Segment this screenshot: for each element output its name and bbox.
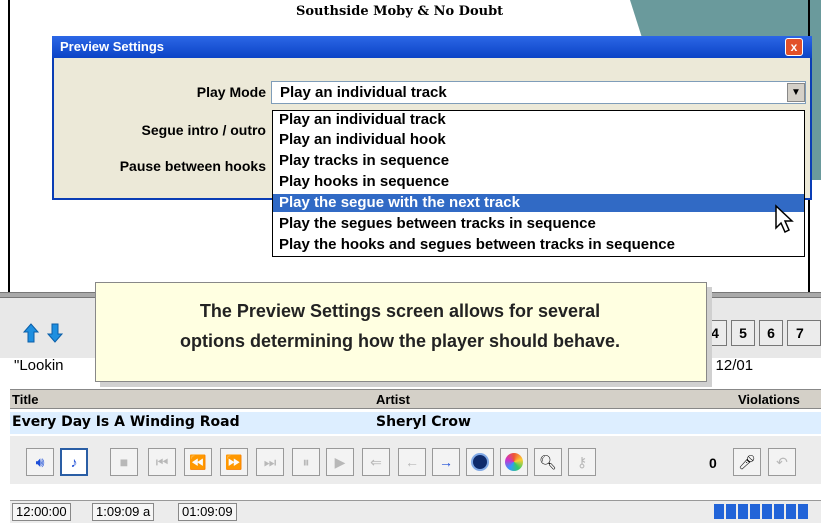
number-button-7[interactable]: 7: [787, 320, 821, 346]
row-title: Every Day Is A Winding Road: [12, 414, 240, 430]
play-button[interactable]: ▶: [326, 448, 354, 476]
key-icon: ⚷: [576, 453, 588, 470]
skip-forward-button[interactable]: ⏭: [256, 448, 284, 476]
option-tracks-in-sequence[interactable]: Play tracks in sequence: [273, 152, 804, 170]
undo-icon: ↶: [776, 453, 788, 470]
segue-icon: ⇐: [370, 453, 382, 470]
microphone-icon: 🎤︎: [738, 453, 756, 470]
close-icon: x: [790, 40, 798, 54]
key-button[interactable]: ⚷: [568, 448, 596, 476]
forward-button[interactable]: →: [432, 448, 460, 476]
play-mode-value: Play an individual track: [280, 84, 447, 101]
search-button[interactable]: 🔍︎: [534, 448, 562, 476]
column-violations[interactable]: Violations: [738, 392, 800, 407]
dialog-title: Preview Settings: [60, 39, 165, 54]
color-wheel-icon: [505, 453, 523, 471]
pause-icon: ⏸: [302, 453, 310, 470]
back-button[interactable]: ←: [398, 448, 426, 476]
dropdown-button[interactable]: ▼: [787, 83, 805, 102]
play-mode-label: Play Mode: [196, 84, 266, 100]
close-button[interactable]: x: [785, 38, 803, 56]
move-down-button[interactable]: [44, 320, 66, 346]
eye-icon: [471, 453, 489, 471]
now-playing-title: Southside Moby & No Doubt: [296, 4, 504, 19]
stop-button[interactable]: ■: [110, 448, 138, 476]
option-segue-next-track[interactable]: Play the segue with the next track: [273, 194, 804, 212]
magnifier-icon: 🔍︎: [539, 453, 557, 470]
fast-forward-button[interactable]: ⏩: [220, 448, 248, 476]
skip-back-button[interactable]: ⏮: [148, 448, 176, 476]
counter-value: 0: [709, 455, 717, 471]
skip-forward-icon: ⏭: [263, 453, 277, 470]
volume-button[interactable]: 🔊︎: [26, 448, 54, 476]
play-icon: ▶: [334, 453, 346, 470]
fast-forward-icon: ⏩: [225, 453, 243, 470]
arrow-down-icon: [46, 323, 64, 343]
date-label: n 12/01: [703, 357, 754, 374]
arrow-left-icon: ←: [405, 454, 419, 470]
column-artist[interactable]: Artist: [376, 392, 410, 407]
rewind-button[interactable]: ⏪: [184, 448, 212, 476]
segue-label: Segue intro / outro: [141, 122, 266, 138]
option-individual-track[interactable]: Play an individual track: [273, 111, 804, 129]
number-button-5[interactable]: 5: [731, 320, 755, 346]
number-button-6[interactable]: 6: [759, 320, 783, 346]
level-meter: [714, 504, 821, 519]
dialog-titlebar[interactable]: [52, 36, 812, 58]
arrow-right-icon: →: [439, 454, 453, 470]
option-hooks-in-sequence[interactable]: Play hooks in sequence: [273, 173, 804, 191]
callout-line-2: options determining how the player shoul…: [179, 331, 621, 351]
mouse-pointer-icon: [774, 204, 796, 237]
status-remaining: 01:09:09: [178, 503, 237, 521]
track-info-text: "Lookin: [14, 357, 64, 374]
music-note-button[interactable]: ♪: [60, 448, 88, 476]
eye-button[interactable]: [466, 448, 494, 476]
status-clock: 12:00:00: [12, 503, 71, 521]
column-title[interactable]: Title: [12, 392, 39, 407]
playlist-header: Title Artist Violations: [10, 389, 821, 409]
callout-text: The Preview Settings screen allows for s…: [100, 296, 700, 356]
arrow-up-icon: [22, 323, 40, 343]
segue-button[interactable]: ⇐: [362, 448, 390, 476]
skip-back-icon: ⏮: [155, 453, 169, 470]
option-hooks-and-segues[interactable]: Play the hooks and segues between tracks…: [273, 236, 804, 254]
speaker-icon: 🔊︎: [35, 453, 45, 470]
status-elapsed: 1:09:09 a: [92, 503, 155, 521]
callout-line-1: The Preview Settings screen allows for s…: [199, 301, 601, 321]
stop-icon: ■: [119, 454, 129, 470]
option-individual-hook[interactable]: Play an individual hook: [273, 131, 804, 149]
undo-button[interactable]: ↶: [768, 448, 796, 476]
chevron-down-icon: ▼: [791, 87, 801, 98]
move-up-button[interactable]: [20, 320, 42, 346]
pause-button[interactable]: ⏸: [292, 448, 320, 476]
rewind-icon: ⏪: [189, 453, 207, 470]
mic-button[interactable]: 🎤︎: [733, 448, 761, 476]
panel-border-left: [8, 0, 10, 292]
option-segues-in-sequence[interactable]: Play the segues between tracks in sequen…: [273, 215, 804, 233]
row-artist: Sheryl Crow: [376, 414, 471, 430]
table-row[interactable]: Every Day Is A Winding Road Sheryl Crow: [10, 412, 821, 434]
pause-label: Pause between hooks: [119, 158, 266, 174]
color-button[interactable]: [500, 448, 528, 476]
music-note-icon: ♪: [70, 454, 78, 470]
